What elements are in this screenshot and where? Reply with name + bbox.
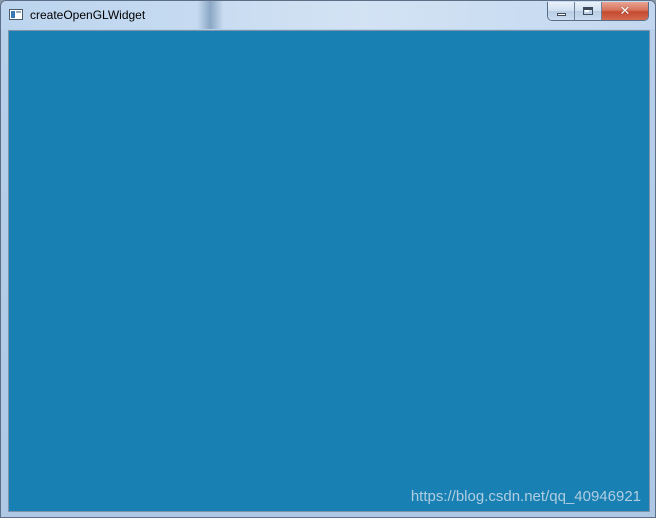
maximize-icon: [583, 7, 593, 15]
opengl-canvas[interactable]: [9, 31, 649, 511]
minimize-icon: [556, 12, 566, 16]
minimize-button[interactable]: [548, 2, 575, 20]
app-window: createOpenGLWidget ✕ https://blog.csdn.n…: [0, 0, 656, 518]
close-icon: ✕: [619, 3, 631, 19]
watermark-text: https://blog.csdn.net/qq_40946921: [410, 488, 641, 505]
window-controls: ✕: [547, 2, 649, 21]
title-bar[interactable]: createOpenGLWidget ✕: [1, 1, 655, 29]
window-title: createOpenGLWidget: [30, 8, 146, 22]
opengl-widget[interactable]: https://blog.csdn.net/qq_40946921: [8, 30, 650, 512]
close-button[interactable]: ✕: [602, 2, 648, 20]
maximize-button[interactable]: [575, 2, 602, 20]
app-window-icon[interactable]: [9, 9, 23, 20]
